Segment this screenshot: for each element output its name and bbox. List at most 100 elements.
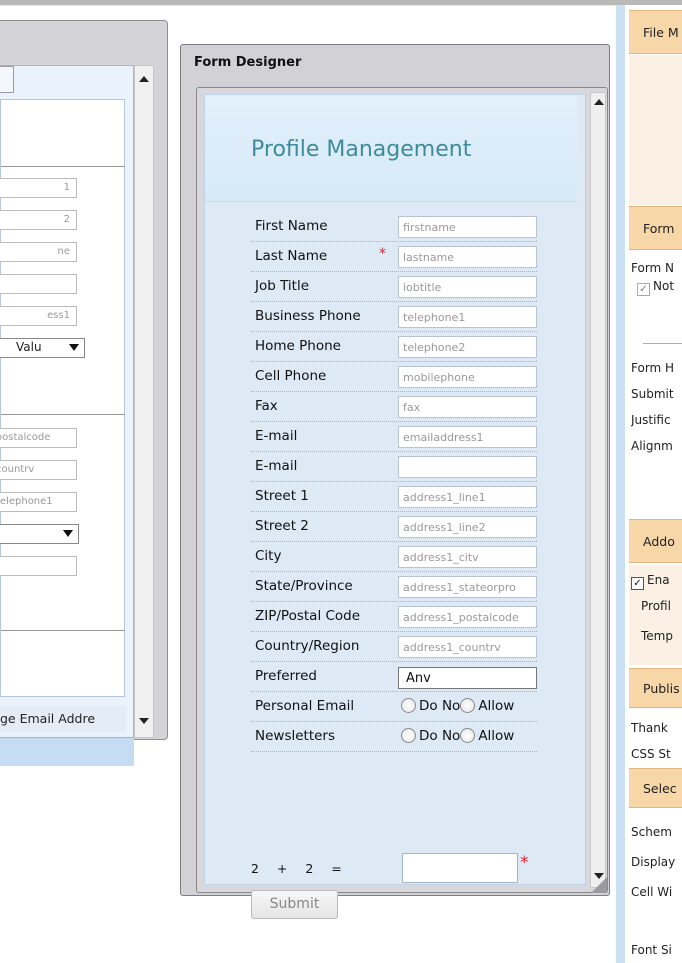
field-input[interactable]: firstname <box>398 216 537 238</box>
field-label: Last Name <box>255 248 328 264</box>
schema-label: Schem <box>631 825 672 839</box>
publish-section-header[interactable]: Publis <box>629 668 682 708</box>
form-row: Street 2 address1_line2 <box>251 512 537 542</box>
form-row-preferred: Preferred Anv <box>251 662 537 692</box>
field-label: Preferred <box>255 668 317 684</box>
field-label: Street 1 <box>255 488 309 504</box>
left-tab[interactable] <box>0 66 14 93</box>
notify-label: Not <box>653 279 675 293</box>
newsletters-radios: Do No Allow <box>401 728 537 744</box>
justification-label: Justific <box>631 413 671 427</box>
form-row: ZIP/Postal Code address1_postalcode <box>251 602 537 632</box>
enable-option[interactable]: ✓ Ena <box>631 573 682 590</box>
field-label: E-mail <box>255 428 298 444</box>
radio-label: Do No <box>419 698 461 714</box>
form-row: Business Phone telephone1 <box>251 302 537 332</box>
form-row: E-mail <box>251 452 537 482</box>
resize-handle[interactable] <box>589 875 609 895</box>
left-select-value[interactable]: Valu <box>0 338 85 358</box>
personal-email-radios: Do No Allow <box>401 698 537 714</box>
form-designer-frame: Profile Management Country/Region address… <box>196 87 608 919</box>
form-row: Fax fax <box>251 392 537 422</box>
left-field-1[interactable]: 1 <box>0 178 77 198</box>
form-designer-title: Form Designer <box>194 55 302 70</box>
form-row-newsletters: Newsletters Do No Allow <box>251 722 537 752</box>
form-row: Cell Phone mobilephone <box>251 362 537 392</box>
left-field-5[interactable]: ess1 <box>0 306 77 326</box>
checkbox-icon[interactable]: ✓ <box>631 577 644 590</box>
field-input[interactable]: address1_line2 <box>398 516 537 538</box>
preferred-select[interactable]: Anv <box>398 667 537 689</box>
addon-section-header[interactable]: Addo <box>629 519 682 563</box>
form-header-title: Profile Management <box>251 137 472 162</box>
field-input[interactable]: lastname <box>398 246 537 268</box>
field-input[interactable]: address1_stateorpro <box>398 576 537 598</box>
divider <box>1 166 125 167</box>
radio-label: Do No <box>419 728 461 744</box>
captcha-input[interactable] <box>402 853 518 883</box>
scroll-up-icon[interactable] <box>139 76 149 82</box>
cell-width-label: Cell Wi <box>631 885 673 899</box>
field-label: ZIP/Postal Code <box>255 608 361 624</box>
field-input[interactable] <box>398 456 537 478</box>
left-field-4[interactable] <box>0 274 77 294</box>
field-label: Business Phone <box>255 308 361 324</box>
divider <box>643 343 682 344</box>
checkbox-icon[interactable]: ✓ <box>637 283 650 296</box>
field-input[interactable]: address1_citv <box>398 546 537 568</box>
radio-allow[interactable] <box>460 728 476 743</box>
form-h-label: Form H <box>631 361 675 375</box>
left-form-area: 1 2 ne ess1 Valu oostalcode countrv tele… <box>0 99 125 697</box>
form-section-header[interactable]: Form <box>629 206 682 250</box>
left-scrollbar[interactable] <box>134 65 154 738</box>
radio-do-not[interactable] <box>401 728 416 743</box>
properties-panel: File M Form Form N ✓ Not Form H Submit Ju… <box>616 5 682 963</box>
left-panel-window: 1 2 ne ess1 Valu oostalcode countrv tele… <box>0 20 168 766</box>
field-input[interactable]: address1_countrv <box>398 636 537 658</box>
form-row: First Name firstname <box>251 212 537 242</box>
field-input[interactable]: telephone1 <box>398 306 537 328</box>
field-input[interactable]: fax <box>398 396 537 418</box>
field-input[interactable]: mobilephone <box>398 366 537 388</box>
radio-label: Allow <box>478 698 515 714</box>
field-label: Job Title <box>255 278 310 294</box>
field-label: Newsletters <box>255 728 336 744</box>
radio-do-not[interactable] <box>401 698 416 713</box>
field-label: State/Province <box>255 578 353 594</box>
submit-button[interactable]: Submit <box>251 890 338 919</box>
left-field-country[interactable]: countrv <box>0 460 77 480</box>
chevron-down-icon <box>69 344 79 351</box>
left-field-blank[interactable] <box>0 556 77 576</box>
form-scrollbar[interactable] <box>590 92 606 888</box>
scroll-down-icon[interactable] <box>139 718 149 724</box>
chevron-down-icon <box>63 530 73 537</box>
divider <box>1 414 125 415</box>
left-field-telephone[interactable]: telephone1 <box>0 492 77 512</box>
form-row: E-mail emailaddress1 <box>251 422 537 452</box>
field-input[interactable]: telephone2 <box>398 336 537 358</box>
form-row: City address1_citv <box>251 542 537 572</box>
field-label: Home Phone <box>255 338 341 354</box>
notify-option[interactable]: ✓ Not <box>637 279 682 296</box>
display-label: Display <box>631 855 676 869</box>
field-input[interactable]: iobtitle <box>398 276 537 298</box>
form-preview: Profile Management Country/Region address… <box>204 94 586 919</box>
left-select-2[interactable] <box>0 524 79 544</box>
scroll-up-icon[interactable] <box>594 99 604 105</box>
radio-allow[interactable] <box>460 698 476 713</box>
field-input[interactable]: address1_postalcode <box>398 606 537 628</box>
profile-label: Profil <box>641 599 671 613</box>
form-row-personal-email: Personal Email Do No Allow <box>251 692 537 722</box>
field-label: First Name <box>255 218 328 234</box>
field-input[interactable]: emailaddress1 <box>398 426 537 448</box>
left-field-postalcode[interactable]: oostalcode <box>0 428 77 448</box>
left-footer-bar <box>0 738 134 766</box>
select-section-header[interactable]: Selec <box>629 768 682 808</box>
form-header: Profile Management <box>205 95 577 202</box>
field-input[interactable]: address1_line1 <box>398 486 537 508</box>
file-section-header[interactable]: File M <box>629 10 682 54</box>
field-label: Cell Phone <box>255 368 327 384</box>
left-field-3[interactable]: ne <box>0 242 77 262</box>
submit-label: Submit <box>631 387 674 401</box>
left-field-2[interactable]: 2 <box>0 210 77 230</box>
